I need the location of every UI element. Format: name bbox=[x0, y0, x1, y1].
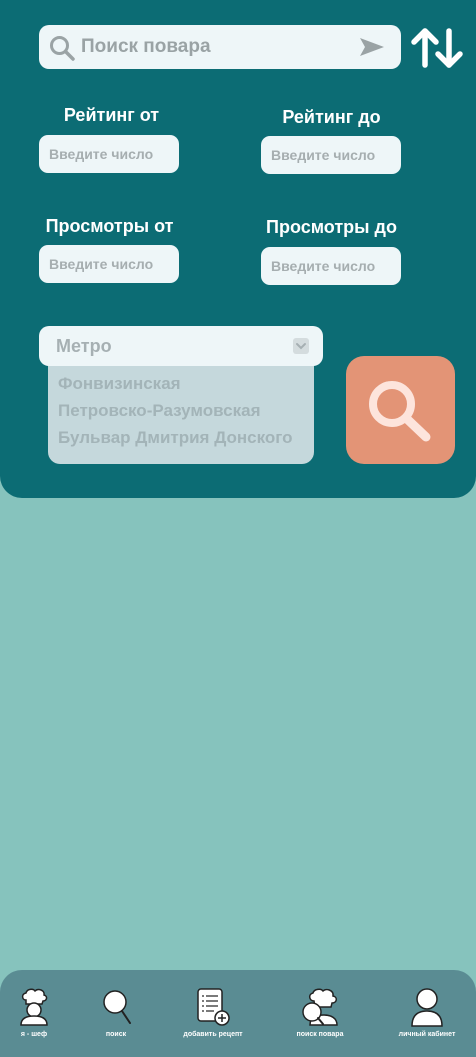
filter-panel: Рейтинг от Рейтинг до Просмотры от Просм… bbox=[0, 0, 476, 498]
bottom-nav: я - шеф поиск добавить рецепт поиск пова… bbox=[0, 970, 476, 1057]
metro-dropdown-list: Фонвизинская Петровско-Разумовская Бульв… bbox=[48, 358, 314, 464]
nav-label: поиск повара bbox=[296, 1031, 344, 1038]
rating-to-input[interactable] bbox=[261, 136, 401, 174]
send-arrow-icon[interactable] bbox=[359, 36, 385, 58]
nav-label: поиск bbox=[105, 1031, 127, 1038]
views-from-input[interactable] bbox=[39, 245, 179, 283]
chef-search-input[interactable] bbox=[81, 25, 351, 69]
chef-search-icon bbox=[302, 988, 338, 1026]
rating-from-label: Рейтинг от bbox=[63, 105, 160, 125]
metro-select[interactable]: Метро bbox=[39, 326, 323, 366]
apply-search-button[interactable] bbox=[346, 356, 455, 464]
metro-option[interactable]: Фонвизинская bbox=[58, 374, 181, 394]
nav-item-profile[interactable]: личный кабинет bbox=[392, 970, 462, 1057]
nav-label: личный кабинет bbox=[398, 1031, 456, 1038]
metro-option[interactable]: Бульвар Дмитрия Донского bbox=[58, 428, 293, 448]
nav-label: добавить рецепт bbox=[183, 1031, 243, 1038]
rating-to-label: Рейтинг до bbox=[282, 107, 381, 127]
user-icon bbox=[411, 988, 443, 1027]
nav-item-add-recipe[interactable]: добавить рецепт bbox=[178, 970, 248, 1057]
nav-label: я - шеф bbox=[20, 1031, 48, 1038]
sort-updown-icon[interactable] bbox=[411, 26, 463, 70]
add-recipe-icon bbox=[197, 988, 230, 1026]
chef-search-bar[interactable] bbox=[39, 25, 401, 69]
search-icon bbox=[50, 36, 75, 61]
views-from-label: Просмотры от bbox=[45, 216, 174, 236]
metro-select-value: Метро bbox=[56, 336, 112, 356]
nav-item-search[interactable]: поиск bbox=[88, 970, 144, 1057]
nav-item-chef[interactable]: я - шеф bbox=[5, 970, 63, 1057]
chef-icon bbox=[20, 988, 48, 1026]
magnifier-icon bbox=[369, 381, 431, 442]
views-to-label: Просмотры до bbox=[266, 217, 397, 237]
rating-from-input[interactable] bbox=[39, 135, 179, 173]
search-icon bbox=[103, 990, 131, 1024]
nav-item-chef-search[interactable]: поиск повара bbox=[288, 970, 352, 1057]
chevron-down-icon bbox=[293, 338, 309, 354]
metro-option[interactable]: Петровско-Разумовская bbox=[58, 401, 261, 421]
views-to-input[interactable] bbox=[261, 247, 401, 285]
